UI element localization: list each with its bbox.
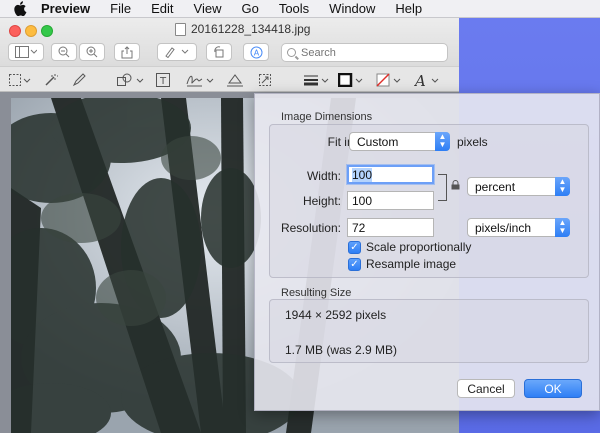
window-title: 20161228_134418.jpg [175,22,310,36]
fit-into-unit: pixels [457,135,488,149]
menu-preview[interactable]: Preview [41,1,90,16]
zoom-in-icon [86,46,98,58]
fit-into-value: Custom [357,135,399,149]
zoom-button[interactable] [41,25,53,37]
menu-view[interactable]: View [194,1,222,16]
checkmark-icon: ✓ [348,257,361,271]
fill-color-icon [376,73,401,87]
markup-toolbar: T A [0,66,459,92]
resample-image-label: Resample image [366,257,457,271]
resolution-unit-value: pixels/inch [475,221,532,235]
main-toolbar: A [0,43,459,63]
title-bar: 20161228_134418.jpg A [0,18,459,66]
pencil-icon [72,73,86,87]
sidebar-toggle-button[interactable] [8,43,44,61]
size-unit-popup[interactable]: percent ▲ ▼ [467,177,570,196]
resolution-unit-popup[interactable]: pixels/inch ▲ ▼ [467,218,570,237]
ok-button[interactable]: OK [524,379,582,398]
scale-proportionally-checkbox[interactable]: ✓ Scale proportionally [348,240,471,254]
markup-toolbar-button[interactable] [157,43,197,61]
resample-image-checkbox[interactable]: ✓ Resample image [348,257,456,271]
adjust-size-dialog: Image Dimensions Fit into: Custom ▲ ▼ pix… [254,93,600,411]
markup-button[interactable]: A [243,43,269,61]
image-dimensions-label: Image Dimensions [281,111,373,123]
menu-bar: Preview File Edit View Go Tools Window H… [0,0,600,18]
instant-alpha-tool[interactable] [44,72,58,88]
height-value: 100 [352,194,373,208]
menu-edit[interactable]: Edit [151,1,173,16]
adjust-color-icon [227,74,243,87]
width-label: Width: [306,169,341,183]
search-input[interactable] [301,46,431,59]
search-icon [287,48,296,57]
border-color-icon [338,73,363,87]
popup-arrows-icon: ▲ ▼ [435,132,450,151]
sketch-tool[interactable] [72,72,86,88]
magic-wand-icon [45,74,58,86]
width-value: 100 [352,168,373,182]
search-field[interactable] [281,43,448,62]
text-style-tool[interactable]: A [414,72,442,88]
share-icon [121,45,133,58]
result-filesize: 1.7 MB (was 2.9 MB) [285,343,398,357]
svg-text:T: T [159,76,167,87]
rotate-icon [214,46,224,58]
shapes-icon [117,73,144,86]
markup-icon: A [250,46,262,58]
resulting-size-label: Resulting Size [281,287,352,299]
size-unit-value: percent [475,180,516,194]
zoom-out-button[interactable] [51,43,77,61]
scale-proportionally-label: Scale proportionally [366,240,472,254]
resolution-value: 72 [352,221,366,235]
text-tool[interactable]: T [156,72,170,88]
menu-file[interactable]: File [110,1,131,16]
sidebar-icon [15,46,37,58]
window-title-text: 20161228_134418.jpg [191,22,311,36]
sign-tool[interactable] [186,72,216,88]
menu-window[interactable]: Window [329,1,375,16]
resize-icon [259,74,271,86]
adjust-size-tool[interactable] [258,72,272,88]
pen-icon [165,47,189,58]
fill-color-tool[interactable] [376,72,404,88]
menu-help[interactable]: Help [395,1,422,16]
adjust-color-tool[interactable] [226,72,244,88]
fit-into-popup[interactable]: Custom ▲ ▼ [349,132,450,151]
apple-icon[interactable] [13,1,27,16]
proportion-bracket [438,174,447,201]
border-color-tool[interactable] [338,72,366,88]
lock-icon[interactable] [451,180,460,190]
share-button[interactable] [114,43,140,61]
zoom-out-icon [58,46,70,58]
line-style-icon [304,75,329,86]
resolution-field[interactable]: 72 [347,218,434,237]
cancel-button[interactable]: Cancel [457,379,515,398]
signature-icon [186,75,214,87]
resolution-label: Resolution: [280,221,341,235]
checkmark-icon: ✓ [348,240,361,254]
menu-tools[interactable]: Tools [279,1,309,16]
rectangular-selection-icon [9,74,31,86]
close-button[interactable] [9,25,21,37]
shape-style-tool[interactable] [303,72,331,88]
shapes-tool[interactable] [116,72,146,88]
font-icon: A [414,72,439,88]
svg-text:A: A [253,48,259,57]
menu-go[interactable]: Go [241,1,258,16]
width-field[interactable]: 100 [347,165,434,184]
svg-text:A: A [414,72,426,88]
selection-tool[interactable] [8,72,32,88]
minimize-button[interactable] [25,25,37,37]
result-pixels: 1944 × 2592 pixels [285,308,387,322]
popup-arrows-icon: ▲ ▼ [555,218,570,237]
text-box-icon: T [156,73,170,87]
popup-arrows-icon: ▲ ▼ [555,177,570,196]
rotate-button[interactable] [206,43,232,61]
height-label: Height: [302,194,341,208]
zoom-in-button[interactable] [79,43,105,61]
document-icon [175,22,186,36]
height-field[interactable]: 100 [347,191,434,210]
